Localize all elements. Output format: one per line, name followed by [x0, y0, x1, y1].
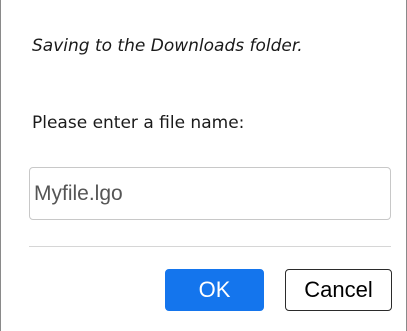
ok-button[interactable]: OK [165, 269, 264, 311]
divider [29, 246, 391, 247]
filename-input[interactable] [29, 167, 391, 220]
filename-prompt-label: Please enter a file name: [32, 113, 245, 133]
cancel-button[interactable]: Cancel [285, 269, 392, 311]
save-dialog: Saving to the Downloads folder. Please e… [0, 0, 407, 331]
save-location-info: Saving to the Downloads folder. [32, 36, 303, 56]
